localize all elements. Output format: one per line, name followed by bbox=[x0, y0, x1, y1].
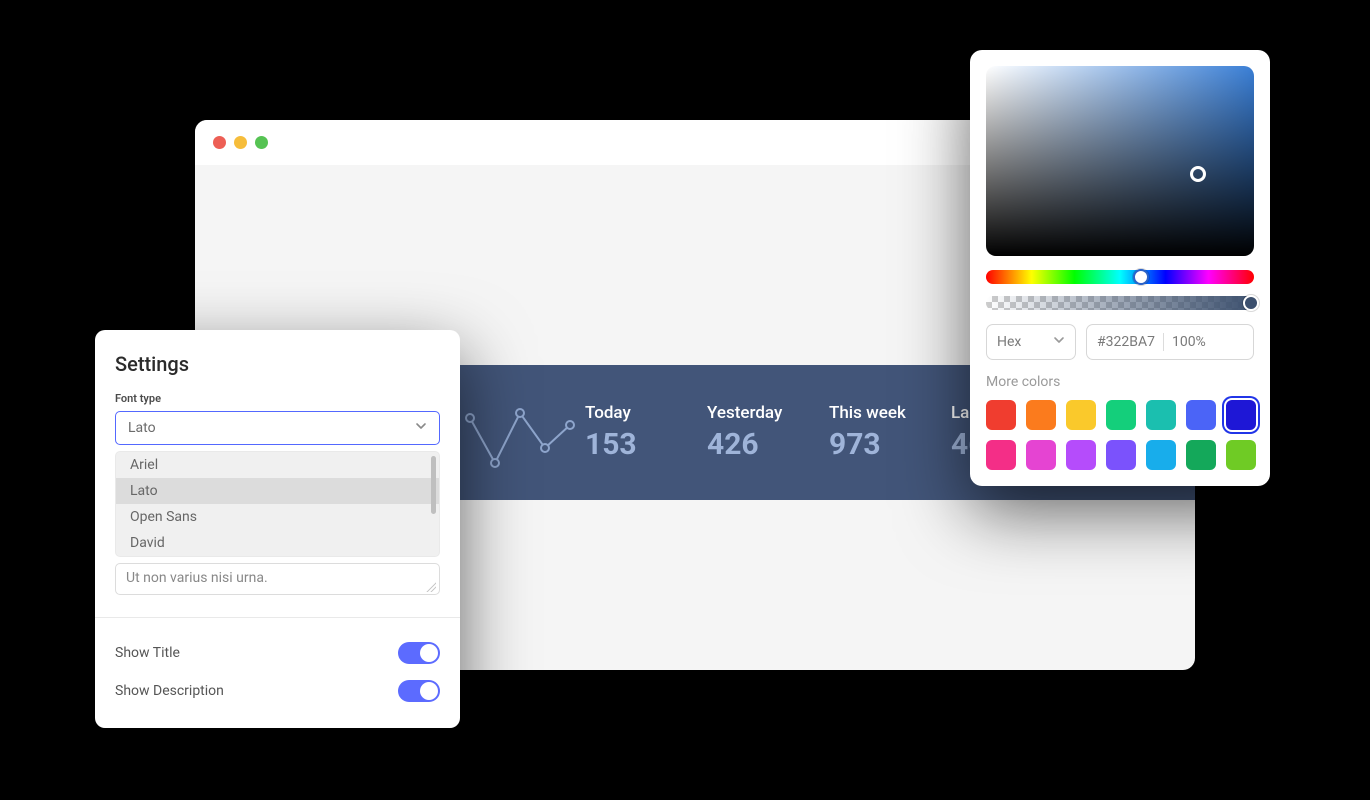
stat-label: This week bbox=[829, 403, 951, 423]
divider bbox=[95, 617, 460, 618]
color-swatch[interactable] bbox=[1066, 400, 1096, 430]
chevron-down-icon bbox=[1053, 334, 1065, 350]
font-type-select[interactable]: Lato bbox=[115, 411, 440, 445]
divider bbox=[1163, 333, 1164, 351]
stat-item: Yesterday 426 bbox=[707, 403, 829, 462]
alpha-slider[interactable] bbox=[986, 296, 1254, 310]
color-swatches bbox=[986, 400, 1254, 470]
font-type-dropdown: Ariel Lato Open Sans David bbox=[115, 451, 440, 557]
toggle-row-show-description: Show Description bbox=[95, 672, 460, 710]
sparkline-chart bbox=[465, 393, 575, 473]
window-minimize-icon[interactable] bbox=[234, 136, 247, 149]
color-opacity-value: 100% bbox=[1172, 334, 1206, 350]
color-gradient-area[interactable] bbox=[986, 66, 1254, 256]
description-textarea[interactable]: Ut non varius nisi urna. bbox=[115, 563, 440, 595]
color-swatch[interactable] bbox=[1226, 440, 1256, 470]
font-option[interactable]: David bbox=[116, 530, 439, 556]
hue-slider-handle[interactable] bbox=[1133, 269, 1149, 285]
more-colors-label: More colors bbox=[986, 374, 1254, 390]
toggle-label: Show Description bbox=[115, 683, 224, 699]
color-swatch[interactable] bbox=[1106, 400, 1136, 430]
color-swatch[interactable] bbox=[1186, 440, 1216, 470]
color-format-select[interactable]: Hex bbox=[986, 324, 1076, 360]
color-picker-panel: Hex #322BA7 100% More colors bbox=[970, 50, 1270, 486]
textarea-value: Ut non varius nisi urna. bbox=[126, 570, 268, 586]
stat-label: Yesterday bbox=[707, 403, 829, 423]
font-option[interactable]: Open Sans bbox=[116, 504, 439, 530]
show-title-toggle[interactable] bbox=[398, 642, 440, 664]
window-maximize-icon[interactable] bbox=[255, 136, 268, 149]
stat-value: 153 bbox=[585, 427, 707, 462]
color-format-value: Hex bbox=[997, 334, 1021, 350]
scrollbar[interactable] bbox=[431, 456, 436, 514]
color-swatch[interactable] bbox=[1106, 440, 1136, 470]
settings-title: Settings bbox=[115, 352, 440, 376]
alpha-slider-handle[interactable] bbox=[1243, 295, 1259, 311]
color-hex-value: #322BA7 bbox=[1097, 334, 1155, 350]
stat-value: 973 bbox=[829, 427, 951, 462]
color-hex-input[interactable]: #322BA7 100% bbox=[1086, 324, 1254, 360]
stat-value: 426 bbox=[707, 427, 829, 462]
color-swatch[interactable] bbox=[1026, 400, 1056, 430]
font-option[interactable]: Lato bbox=[116, 478, 439, 504]
stat-item: Today 153 bbox=[585, 403, 707, 462]
show-description-toggle[interactable] bbox=[398, 680, 440, 702]
color-gradient-handle[interactable] bbox=[1190, 166, 1206, 182]
stat-item: This week 973 bbox=[829, 403, 951, 462]
color-swatch[interactable] bbox=[1146, 440, 1176, 470]
font-option[interactable]: Ariel bbox=[116, 452, 439, 478]
toggle-label: Show Title bbox=[115, 645, 180, 661]
chevron-down-icon bbox=[415, 420, 427, 436]
font-type-label: Font type bbox=[115, 392, 440, 405]
color-swatch[interactable] bbox=[1226, 400, 1256, 430]
color-swatch[interactable] bbox=[1066, 440, 1096, 470]
resize-handle-icon[interactable] bbox=[426, 582, 436, 592]
hue-slider[interactable] bbox=[986, 270, 1254, 284]
settings-panel: Settings Font type Lato Ariel Lato Open … bbox=[95, 330, 460, 728]
window-close-icon[interactable] bbox=[213, 136, 226, 149]
color-swatch[interactable] bbox=[986, 440, 1016, 470]
color-swatch[interactable] bbox=[1026, 440, 1056, 470]
color-swatch[interactable] bbox=[1146, 400, 1176, 430]
stat-label: Today bbox=[585, 403, 707, 423]
color-swatch[interactable] bbox=[986, 400, 1016, 430]
toggle-row-show-title: Show Title bbox=[95, 634, 460, 672]
font-type-value: Lato bbox=[128, 420, 156, 436]
color-swatch[interactable] bbox=[1186, 400, 1216, 430]
